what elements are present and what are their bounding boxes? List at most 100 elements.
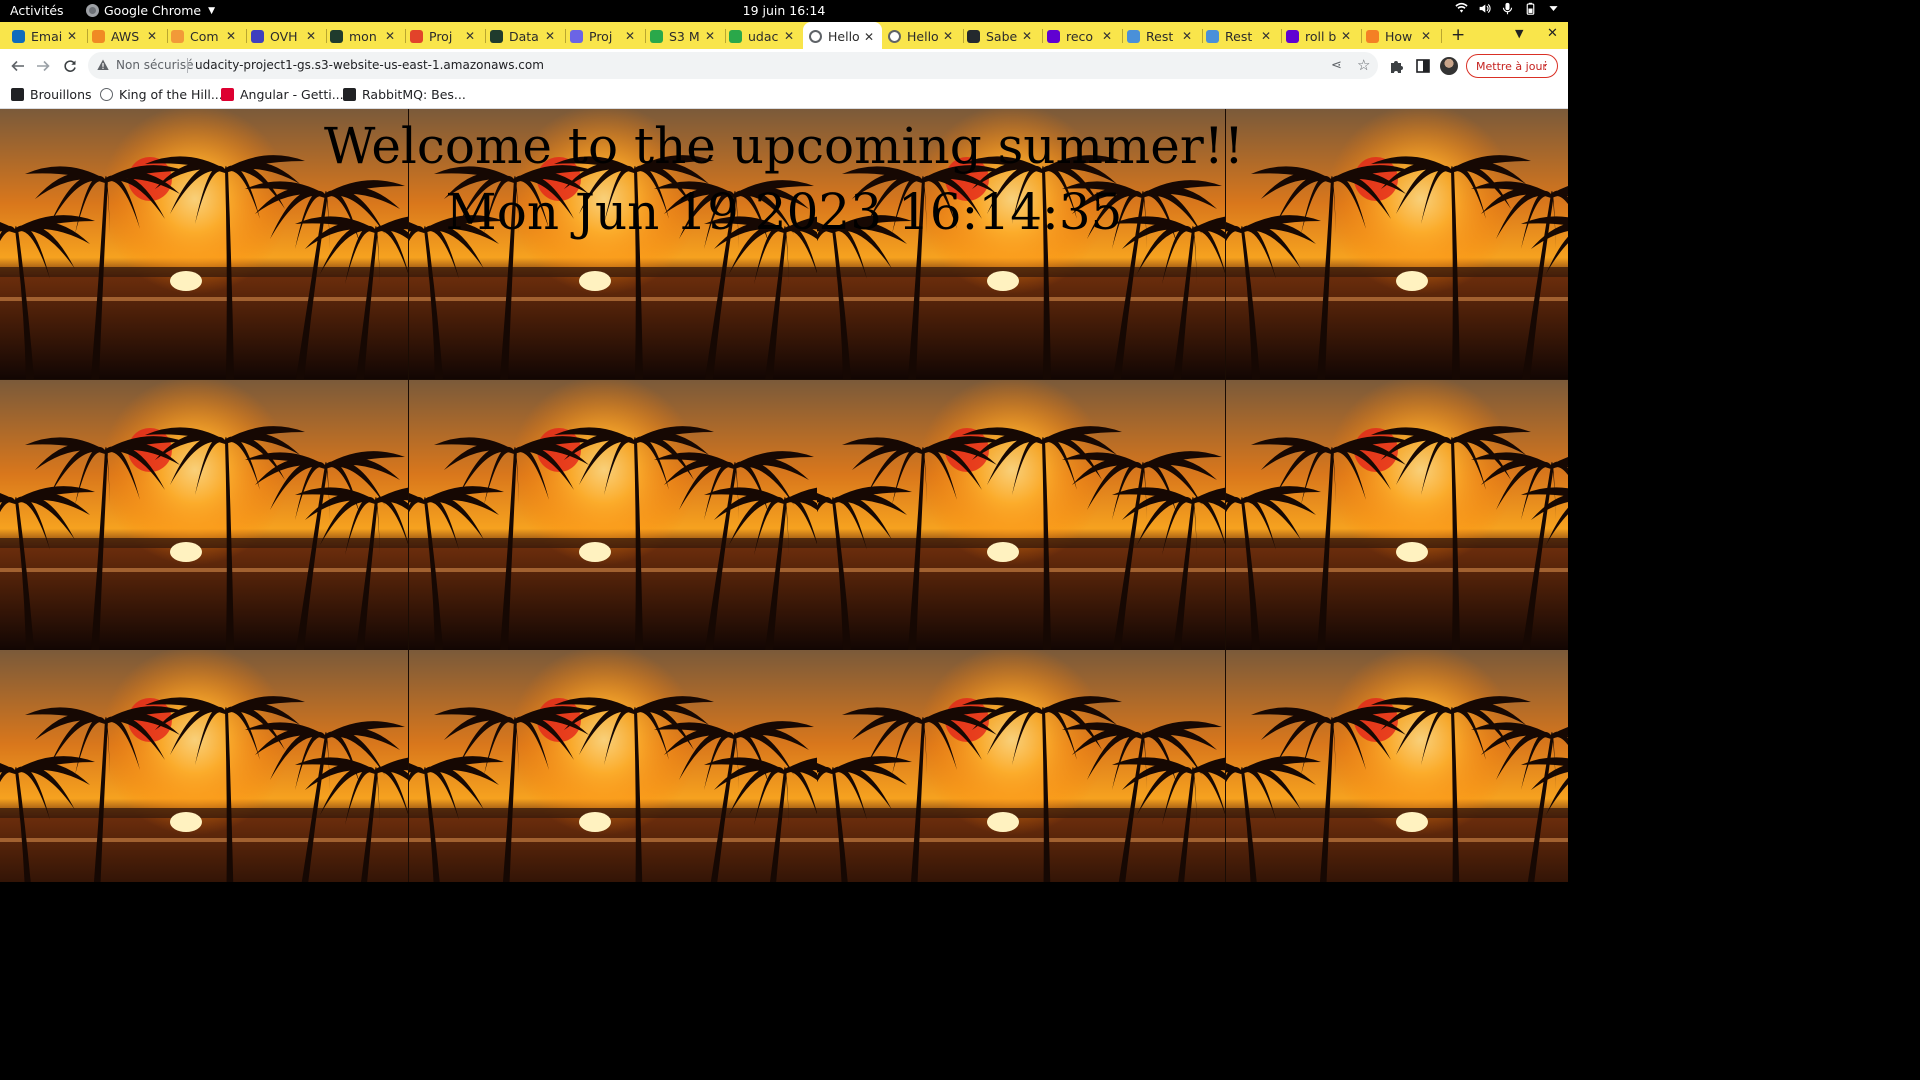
tab-title: Proj (429, 28, 453, 44)
tab-separator (645, 29, 646, 43)
tab-close-icon[interactable]: ✕ (625, 29, 635, 43)
tab-close-icon[interactable]: ✕ (1421, 29, 1431, 43)
bookmark-item[interactable]: Angular - Getti... (221, 87, 344, 102)
address-divider (187, 58, 188, 73)
yahoo-icon (1047, 29, 1060, 43)
sunset-palm-tile (408, 650, 817, 882)
bookmark-star-icon[interactable]: ☆ (1357, 56, 1370, 74)
bookmark-item[interactable]: King of the Hill... (100, 87, 223, 102)
tab-close-icon[interactable]: ✕ (385, 29, 395, 43)
tab-search-chevron-icon[interactable]: ▼ (1515, 27, 1523, 40)
globe-icon (888, 29, 901, 43)
tab-title: Hello (828, 29, 859, 44)
tab-title: Emai (31, 28, 62, 44)
tab-close-icon[interactable]: ✕ (306, 29, 316, 43)
sunset-palm-tile (0, 650, 408, 882)
tab-title: Hello (907, 28, 938, 44)
tab[interactable]: Proj ✕ (570, 25, 646, 47)
history-icon (100, 88, 113, 101)
tab[interactable]: Emai ✕ (12, 25, 88, 47)
wifi-icon (1455, 2, 1468, 13)
tab-close-icon[interactable]: ✕ (147, 29, 157, 43)
tab[interactable]: Rest ✕ (1127, 25, 1203, 47)
tab[interactable]: AWS ✕ (92, 25, 168, 47)
profile-avatar[interactable] (1440, 57, 1458, 75)
tab[interactable]: reco ✕ (1047, 25, 1123, 47)
tab-title: OVH (270, 28, 298, 44)
bookmark-item[interactable]: Brouillons (11, 87, 92, 102)
sunset-palm-tile (0, 379, 408, 650)
page-viewport: Welcome to the upcoming summer!! Mon Jun… (0, 109, 1568, 882)
tab-title: Com (190, 28, 219, 44)
back-arrow-icon (11, 60, 24, 72)
update-button[interactable]: Mettre à jour ⋮ (1466, 54, 1558, 78)
address-bar[interactable]: Non sécurisé udacity-project1-gs.s3-webs… (88, 52, 1378, 79)
bookmark-item[interactable]: RabbitMQ: Bes... (343, 87, 466, 102)
bookmark-label: Angular - Getti... (240, 87, 344, 102)
tab[interactable]: S3 M ✕ (650, 25, 726, 47)
tab-separator (1202, 29, 1203, 43)
reload-button[interactable] (60, 56, 80, 76)
tab-separator (725, 29, 726, 43)
rabbitmq-icon (343, 88, 356, 101)
tab-separator (246, 29, 247, 43)
tab-close-icon[interactable]: ✕ (705, 29, 715, 43)
more-vert-icon: ⋮ (1540, 59, 1551, 72)
window-close-icon[interactable]: ✕ (1547, 26, 1558, 41)
url-text[interactable]: udacity-project1-gs.s3-website-us-east-1… (195, 58, 544, 72)
udacity-icon (570, 29, 583, 43)
sunset-palm-tile (1225, 650, 1568, 882)
security-status[interactable]: Non sécurisé (116, 58, 193, 72)
power-menu-icon (1549, 6, 1558, 11)
mongodb-icon (490, 29, 503, 43)
back-button[interactable] (8, 56, 28, 76)
tab-close-icon[interactable]: ✕ (1182, 29, 1192, 43)
tab[interactable]: Hello ✕ (888, 25, 964, 47)
tab-close-icon[interactable]: ✕ (226, 29, 236, 43)
microphone-icon (1502, 2, 1513, 15)
tab-close-icon[interactable]: ✕ (1022, 29, 1032, 43)
forward-button[interactable] (33, 56, 53, 76)
tab-separator (1361, 29, 1362, 43)
aws-icon (92, 29, 105, 43)
tab[interactable]: Data ✕ (490, 25, 566, 47)
reload-icon (64, 60, 76, 72)
tab[interactable]: Proj ✕ (410, 25, 486, 47)
side-panel-icon[interactable] (1415, 58, 1431, 74)
tab-close-icon[interactable]: ✕ (1102, 29, 1112, 43)
tab-title: S3 M (669, 28, 700, 44)
share-icon[interactable]: ⋖ (1331, 58, 1342, 73)
tab[interactable]: Rest ✕ (1206, 25, 1282, 47)
tab-close-icon[interactable]: ✕ (67, 29, 77, 43)
tab-close-icon[interactable]: ✕ (545, 29, 555, 43)
github-icon (967, 29, 980, 43)
tab-close-icon[interactable]: ✕ (465, 29, 475, 43)
extensions-puzzle-icon[interactable] (1389, 58, 1405, 74)
tab-close-icon[interactable]: ✕ (784, 29, 794, 43)
tab[interactable]: roll b ✕ (1286, 25, 1362, 47)
tab-close-icon[interactable]: ✕ (943, 29, 953, 43)
forward-arrow-icon (37, 60, 50, 72)
system-clock[interactable]: 19 juin 16:14 (0, 3, 1568, 18)
tab-separator (167, 29, 168, 43)
tab-title: udac (748, 28, 779, 44)
tab[interactable]: mon ✕ (330, 25, 406, 47)
tab-close-icon[interactable]: ✕ (1341, 29, 1351, 43)
tab-title: reco (1066, 28, 1094, 44)
tab[interactable]: Sabe ✕ (967, 25, 1043, 47)
tab[interactable]: udac ✕ (729, 25, 805, 47)
tab[interactable]: OVH ✕ (251, 25, 327, 47)
tab-close-icon[interactable]: ✕ (864, 30, 874, 44)
tab-close-icon[interactable]: ✕ (1261, 29, 1271, 43)
tab[interactable]: Com ✕ (171, 25, 247, 47)
tab[interactable]: How ✕ (1366, 25, 1442, 47)
system-tray[interactable] (1455, 2, 1560, 15)
tab-title: Rest (1225, 28, 1253, 44)
new-tab-button[interactable]: + (1451, 25, 1465, 45)
tab[interactable]: Hello ✕ (803, 22, 882, 49)
page-heading: Welcome to the upcoming summer!! (324, 117, 1244, 175)
sunset-palm-tile (1225, 379, 1568, 650)
browser-toolbar: Non sécurisé udacity-project1-gs.s3-webs… (0, 49, 1568, 82)
tab-strip: Emai ✕ AWS ✕ Com ✕ OVH ✕ mon ✕ Proj ✕ Data ✕ Proj ✕ S3 M… (0, 22, 1568, 49)
current-datetime: Mon Jun 19 2023 16:14:35 (445, 183, 1123, 241)
